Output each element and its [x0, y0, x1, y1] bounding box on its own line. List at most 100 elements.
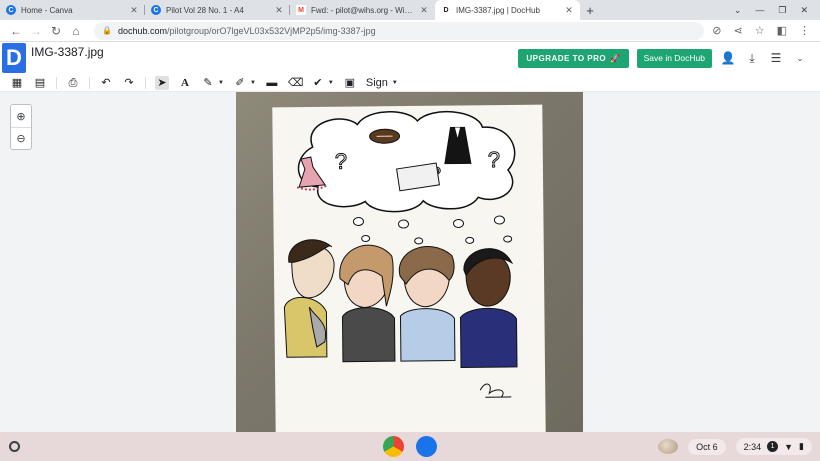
sign-menu-label: Sign	[365, 76, 388, 89]
dochub-header: D IMG-3387.jpg UPGRADE TO PRO 🚀 Save in …	[0, 42, 820, 74]
minimize-icon[interactable]: —	[755, 5, 764, 15]
chevron-down-icon[interactable]: ▼	[218, 80, 224, 86]
upgrade-button-label: UPGRADE TO PRO	[526, 53, 607, 63]
character-3-drawing	[398, 246, 456, 362]
character-1-drawing	[283, 239, 335, 358]
chevron-down-icon[interactable]: ⌄	[734, 5, 742, 16]
cartoon-drawing: ? ? ?	[283, 110, 518, 398]
thought-cloud	[297, 110, 516, 213]
sign-menu[interactable]: Sign ▼	[366, 77, 398, 89]
lock-icon: 🔒	[102, 26, 112, 35]
tab-canva-home[interactable]: C Home - Canva ✕	[0, 0, 145, 20]
clock: 2:34	[743, 441, 762, 452]
editor-toolbar: ▦ ▤ ⎙ ↶ ↷ ➤ A ✎ ▼ ✐ ▼ ▬ ⌫ ✔ ▼ ▣ Sign ▼	[0, 74, 820, 92]
back-icon[interactable]: ←	[6, 24, 26, 38]
drawing-paper: ? ? ?	[272, 104, 546, 432]
omnibar-actions: ⊘ ⋖ ☆ ◧ ⋮	[712, 24, 814, 37]
undo-icon[interactable]: ↶	[99, 76, 113, 90]
eye-off-icon[interactable]: ⊘	[712, 24, 721, 37]
tab-title: Home - Canva	[21, 5, 73, 15]
save-in-dochub-button[interactable]: Save in DocHub	[636, 48, 712, 68]
date-display[interactable]: Oct 6	[688, 438, 726, 455]
question-mark-icon: ?	[335, 149, 348, 174]
share-icon[interactable]: ⋖	[734, 24, 743, 37]
question-mark-icon: ?	[488, 147, 501, 172]
system-tray[interactable]: 2:34 1 ▼ ▮	[735, 438, 812, 455]
close-icon[interactable]: ✕	[129, 5, 139, 16]
upgrade-button[interactable]: UPGRADE TO PRO 🚀	[518, 48, 629, 68]
tab-title: Fwd: - pilot@wihs.org - Wisconsin	[311, 5, 415, 15]
notification-badge: 1	[767, 441, 779, 452]
star-icon[interactable]: ☆	[755, 24, 765, 37]
highlighter-icon[interactable]: ✐	[233, 76, 247, 90]
wifi-icon: ▼	[784, 441, 794, 452]
toolbar-divider	[89, 76, 90, 89]
comment-icon[interactable]: ▬	[265, 76, 279, 90]
address-bar-row: ← → ↻ ⌂ 🔒 dochub.com/pilotgroup/orO7lgeV…	[0, 20, 820, 42]
document-workarea: ⊕ ⊖ ? ?	[0, 92, 820, 432]
battery-icon: ▮	[799, 441, 804, 451]
dochub-icon: D	[441, 5, 451, 15]
toolbar-divider	[145, 76, 146, 89]
restore-icon[interactable]: ❐	[778, 5, 786, 16]
close-icon[interactable]: ✕	[564, 5, 574, 16]
zoom-out-icon[interactable]: ⊖	[11, 127, 31, 149]
character-2-drawing	[339, 244, 396, 363]
url-path: /pilotgroup/orO7lgeVL03x532VjMP2p5/img-3…	[167, 25, 376, 36]
canva-icon: C	[6, 5, 16, 15]
close-icon[interactable]: ✕	[419, 5, 429, 16]
dochub-logo[interactable]: D	[2, 43, 26, 73]
zoom-in-icon[interactable]: ⊕	[11, 105, 31, 127]
forward-icon[interactable]: →	[26, 24, 46, 38]
grid-icon[interactable]: ▦	[10, 76, 24, 90]
redo-icon[interactable]: ↷	[122, 76, 136, 90]
side-panel-icon[interactable]: ◧	[777, 24, 787, 37]
chevron-down-icon[interactable]: ▼	[328, 80, 334, 86]
tab-title: Pilot Vol 28 No. 1 - A4	[166, 5, 244, 15]
close-icon[interactable]: ✕	[800, 5, 808, 16]
tab-pilot-vol[interactable]: C Pilot Vol 28 No. 1 - A4 ✕	[145, 0, 290, 20]
chevron-down-icon[interactable]: ⌄	[792, 54, 808, 63]
add-user-icon[interactable]: 👤	[720, 51, 736, 65]
rocket-icon: 🚀	[610, 53, 621, 63]
url-field[interactable]: 🔒 dochub.com/pilotgroup/orO7lgeVL03x532V…	[94, 21, 705, 40]
pointer-icon[interactable]: ➤	[155, 75, 169, 90]
eraser-icon[interactable]: ⌫	[288, 76, 304, 90]
checkmark-icon[interactable]: ✔	[311, 76, 325, 90]
status-area: Oct 6 2:34 1 ▼ ▮	[658, 436, 812, 457]
close-icon[interactable]: ✕	[274, 5, 284, 16]
toolbar-divider	[56, 76, 57, 89]
chrome-icon[interactable]	[383, 436, 404, 457]
pen-icon[interactable]: ✎	[201, 76, 215, 90]
thought-bubbles	[352, 215, 513, 245]
hamburger-menu-icon[interactable]: ☰	[768, 51, 784, 65]
print-icon[interactable]: ⎙	[66, 76, 80, 90]
tab-title: IMG-3387.jpg | DocHub	[456, 5, 540, 15]
tab-strip: C Home - Canva ✕ C Pilot Vol 28 No. 1 - …	[0, 0, 820, 20]
tab-gmail[interactable]: M Fwd: - pilot@wihs.org - Wisconsin ✕	[290, 0, 435, 20]
menu-dots-icon[interactable]: ⋮	[799, 24, 810, 37]
new-tab-button[interactable]: +	[580, 0, 600, 20]
character-4-drawing	[459, 248, 518, 368]
artist-signature	[479, 383, 512, 398]
document-image[interactable]: ? ? ?	[236, 92, 583, 432]
gmail-icon: M	[296, 5, 306, 15]
chevron-down-icon: ▼	[391, 79, 398, 86]
download-icon[interactable]: ⤓	[744, 51, 760, 66]
image-icon[interactable]: ▣	[343, 76, 357, 90]
os-shelf: Oct 6 2:34 1 ▼ ▮	[0, 432, 820, 461]
text-tool-icon[interactable]: A	[178, 76, 192, 90]
launcher-icon[interactable]	[9, 441, 20, 452]
reload-icon[interactable]: ↻	[46, 24, 66, 38]
home-icon[interactable]: ⌂	[66, 24, 86, 38]
canva-icon: C	[151, 5, 161, 15]
pinned-apps	[383, 436, 437, 457]
holding-space-icon[interactable]	[658, 439, 679, 454]
tab-dochub[interactable]: D IMG-3387.jpg | DocHub ✕	[435, 0, 580, 20]
files-icon[interactable]	[416, 436, 437, 457]
header-actions: UPGRADE TO PRO 🚀 Save in DocHub 👤 ⤓ ☰ ⌄	[518, 48, 820, 68]
chevron-down-icon[interactable]: ▼	[250, 80, 256, 86]
list-icon[interactable]: ▤	[33, 76, 47, 90]
document-filename[interactable]: IMG-3387.jpg	[31, 45, 104, 59]
zoom-controls: ⊕ ⊖	[10, 104, 32, 150]
